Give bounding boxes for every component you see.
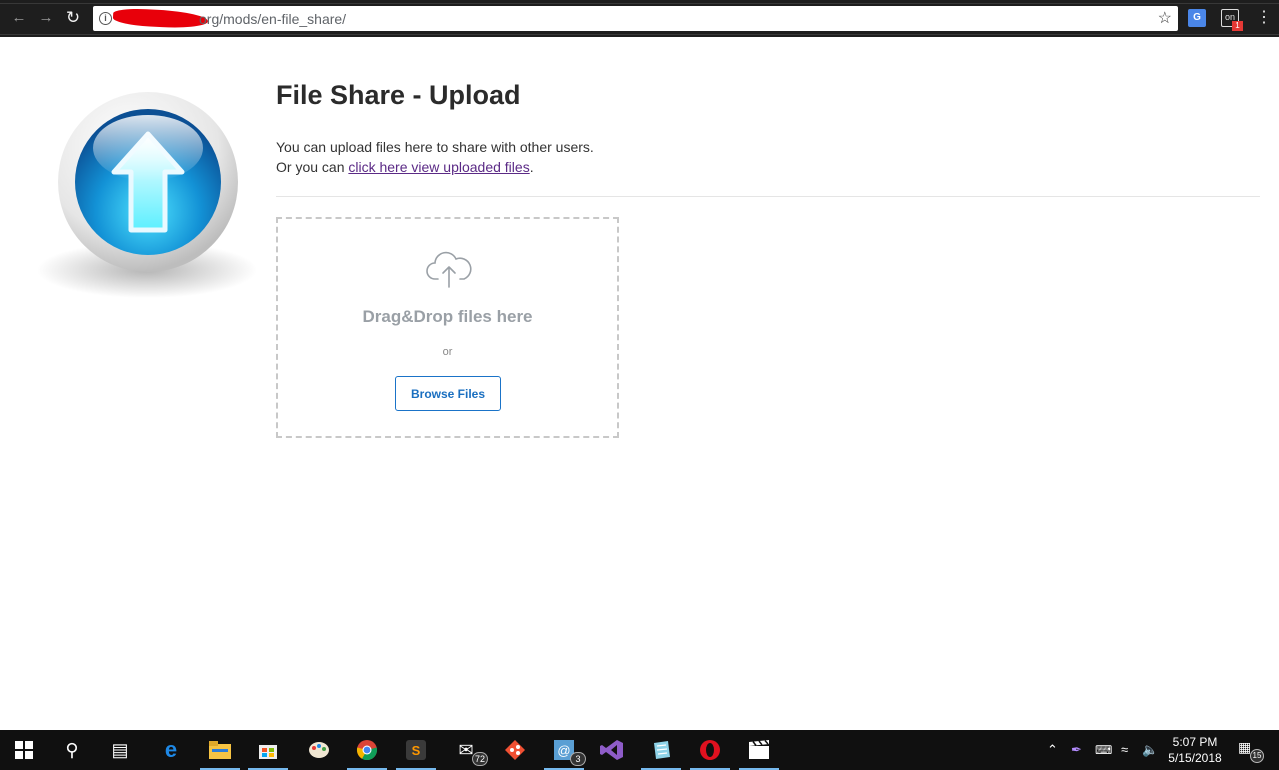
- view-uploaded-files-link[interactable]: click here view uploaded files: [348, 159, 529, 175]
- svg-text:S: S: [412, 743, 421, 758]
- extension-icon[interactable]: on 1: [1221, 9, 1243, 31]
- notification-count: 15: [1250, 749, 1264, 763]
- page-title: File Share - Upload: [276, 80, 521, 110]
- dropzone-or: or: [442, 346, 453, 358]
- mail-icon[interactable]: ✉ 72: [452, 736, 488, 766]
- notification-center-icon[interactable]: ▦ 15: [1238, 739, 1264, 763]
- task-view-icon[interactable]: ▤: [106, 736, 134, 764]
- cloud-upload-icon: [426, 251, 472, 288]
- star-icon[interactable]: ☆: [1158, 8, 1172, 28]
- divider: [276, 196, 1260, 197]
- browse-files-button[interactable]: Browse Files: [395, 376, 501, 411]
- video-app-icon[interactable]: [739, 736, 779, 770]
- reload-icon[interactable]: ↻: [63, 8, 83, 28]
- info-icon[interactable]: i: [99, 12, 112, 25]
- system-clock[interactable]: 5:07 PM 5/15/2018: [1160, 734, 1230, 766]
- sublime-text-icon[interactable]: S: [396, 736, 436, 770]
- forward-arrow-icon[interactable]: →: [36, 8, 56, 28]
- store-icon[interactable]: [248, 736, 288, 770]
- menu-dots-icon[interactable]: ⋮: [1256, 9, 1272, 27]
- clock-time: 5:07 PM: [1172, 735, 1218, 749]
- intro-text: You can upload files here to share with …: [276, 137, 594, 177]
- intro-suffix: .: [529, 159, 534, 175]
- extension-badge: 1: [1232, 21, 1243, 31]
- redaction-mark: [112, 7, 209, 30]
- notes-app-icon[interactable]: [641, 736, 681, 770]
- input-method-icon[interactable]: ⌨: [1095, 730, 1112, 770]
- intro-prefix: Or you can: [276, 159, 349, 175]
- feather-app-icon[interactable]: ✒: [1071, 730, 1082, 770]
- file-explorer-icon[interactable]: [200, 736, 240, 770]
- visual-studio-icon[interactable]: [598, 736, 626, 764]
- opera-icon[interactable]: [690, 736, 730, 770]
- search-icon[interactable]: ⚲: [58, 736, 86, 764]
- edge-browser-icon[interactable]: e: [157, 736, 185, 764]
- intro-line-2: Or you can click here view uploaded file…: [276, 157, 594, 177]
- intro-line-1: You can upload files here to share with …: [276, 139, 594, 155]
- address-bar[interactable]: i org/mods/en-file_share/ ☆: [93, 6, 1178, 31]
- app-badge: 3: [570, 752, 586, 766]
- windows-taskbar: ⚲ ▤ e S ✉ 72 @ 3 ⌃ ✒ ⌨ ≈ 🔈 5:07 PM 5/15/…: [0, 730, 1279, 770]
- chrome-icon[interactable]: [347, 736, 387, 770]
- url-text: org/mods/en-file_share/: [199, 11, 347, 27]
- volume-icon[interactable]: 🔈: [1142, 730, 1158, 770]
- messaging-app-icon[interactable]: @ 3: [544, 736, 586, 770]
- file-dropzone[interactable]: Drag&Drop files here or Browse Files: [276, 217, 619, 438]
- browser-toolbar: ← → ↻ i org/mods/en-file_share/ ☆ G on 1…: [0, 0, 1279, 37]
- dropzone-heading: Drag&Drop files here: [362, 307, 533, 326]
- back-arrow-icon[interactable]: ←: [9, 8, 29, 28]
- translate-icon[interactable]: G: [1188, 9, 1206, 27]
- toolbar-texture: [0, 34, 1279, 35]
- mail-badge: 72: [471, 752, 488, 766]
- upload-logo-icon: [37, 92, 257, 298]
- git-tool-icon[interactable]: [501, 736, 529, 764]
- clock-date: 5/15/2018: [1168, 751, 1222, 765]
- chevron-up-icon[interactable]: ⌃: [1047, 730, 1058, 770]
- start-windows-icon[interactable]: [10, 736, 38, 764]
- svg-text:@: @: [557, 743, 570, 758]
- toolbar-texture: [0, 3, 1279, 4]
- paint-app-icon[interactable]: [305, 736, 333, 764]
- wifi-icon[interactable]: ≈: [1121, 730, 1128, 770]
